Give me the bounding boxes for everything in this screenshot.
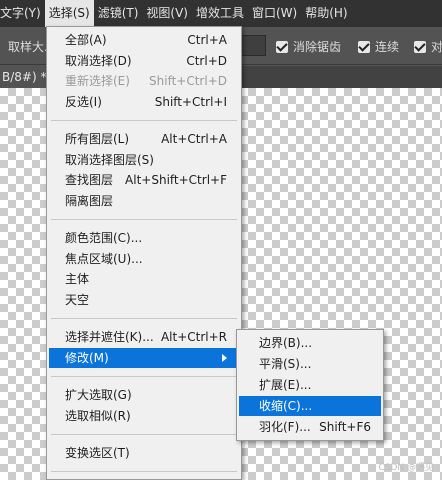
select-menu-item[interactable]: 扩大选取(G)	[49, 385, 239, 405]
select-menu-item[interactable]: 焦点区域(U)...	[49, 249, 239, 269]
modify-submenu-item[interactable]: 收缩(C)...	[239, 396, 381, 416]
menu-item-label: 主体	[65, 272, 90, 286]
menu-item-label: 取消选择(D)	[65, 53, 132, 68]
checkbox-checked-icon	[358, 40, 370, 53]
menu-item-shortcut: Alt+Ctrl+R	[160, 330, 227, 344]
menu-item-label: 所有图层(L)	[65, 132, 130, 146]
menu-item-label: 扩展(E)...	[259, 378, 312, 392]
menu-item-label: 取消选择图层(S)	[65, 152, 154, 167]
submenu-arrow-icon	[222, 353, 227, 362]
menu-item-shortcut: Alt+Ctrl+A	[161, 132, 227, 146]
menu-item-label: 查找图层	[65, 173, 114, 187]
select-menu-item[interactable]: 天空	[49, 290, 239, 310]
menu-item-shortcut: Shift+Ctrl+D	[149, 74, 227, 88]
checkbox-checked-icon	[414, 40, 426, 53]
menu-separator	[51, 119, 237, 121]
menu-item-shortcut: Shift+Ctrl+I	[154, 94, 227, 109]
all-layers-label: 对	[431, 40, 442, 54]
menu-item-shortcut: Ctrl+A	[187, 33, 227, 47]
menu-item-shortcut: Shift+F6	[319, 420, 371, 434]
select-menu-item: 重新选择(E) Shift+Ctrl+D	[49, 71, 239, 91]
menu-item-label: 全部(A)	[65, 33, 107, 47]
antialias-label: 消除锯齿	[293, 40, 342, 54]
menu-plugins[interactable]: 增效工具	[192, 0, 248, 27]
menu-filter[interactable]: 滤镜(T)	[94, 0, 143, 27]
menu-separator	[51, 471, 237, 472]
contiguous-label: 连续	[375, 40, 400, 54]
menu-item-label: 修改(M)	[65, 350, 109, 365]
checkbox-checked-icon	[276, 40, 288, 53]
menu-item-label: 重新选择(E)	[65, 74, 130, 88]
menu-item-label: 隔离图层	[65, 193, 114, 208]
menu-item-label: 天空	[65, 292, 90, 307]
menu-item-label: 变换选区(T)	[65, 446, 130, 460]
menu-item-label: 焦点区域(U)...	[65, 251, 143, 266]
modify-submenu: 边界(B)... 平滑(S)... 扩展(E)... 收缩(C)... 羽化(F)...…	[236, 329, 384, 441]
menu-item-label: 收缩(C)...	[259, 399, 313, 413]
all-layers-checkbox[interactable]: 对	[414, 38, 442, 55]
modify-submenu-item[interactable]: 平滑(S)...	[239, 354, 381, 374]
select-menu-item[interactable]: 修改(M)	[49, 347, 239, 368]
select-menu-item[interactable]: 变换选区(T)	[49, 443, 239, 463]
select-menu-item[interactable]: 全部(A) Ctrl+A	[49, 30, 239, 50]
select-menu-item[interactable]: 隔离图层	[49, 191, 239, 211]
select-menu-item[interactable]: 取消选择图层(S)	[49, 150, 239, 170]
contiguous-checkbox[interactable]: 连续	[358, 38, 399, 55]
menu-item-label: 颜色范围(C)...	[65, 231, 143, 245]
menu-select[interactable]: 选择(S)	[44, 0, 94, 27]
antialias-checkbox[interactable]: 消除锯齿	[276, 38, 341, 55]
menu-item-label: 扩大选取(G)	[65, 388, 132, 402]
menu-item-label: 边界(B)...	[259, 336, 313, 350]
select-menu-item[interactable]: 颜色范围(C)...	[49, 228, 239, 248]
select-menu-item[interactable]: 所有图层(L) Alt+Ctrl+A	[49, 129, 239, 149]
menu-separator	[51, 218, 237, 220]
select-menu: 全部(A) Ctrl+A 取消选择(D) Ctrl+D 重新选择(E) Shift+Ctr…	[46, 26, 242, 480]
select-menu-item[interactable]: 反选(I) Shift+Ctrl+I	[49, 92, 239, 112]
menu-type[interactable]: 文字(Y)	[0, 0, 45, 27]
menu-view[interactable]: 视图(V)	[142, 0, 192, 27]
select-menu-item[interactable]: 选取相似(R)	[49, 406, 239, 426]
menu-window[interactable]: 窗口(W)	[248, 0, 301, 27]
menu-item-shortcut: Ctrl+D	[186, 53, 227, 68]
modify-submenu-item[interactable]: 边界(B)...	[239, 333, 381, 353]
menu-item-shortcut: Alt+Shift+Ctrl+F	[125, 173, 227, 187]
select-menu-item[interactable]: 选择并遮住(K)... Alt+Ctrl+R	[49, 327, 239, 347]
menu-separator	[51, 375, 237, 377]
select-menu-item[interactable]: 主体	[49, 269, 239, 289]
menu-separator	[51, 317, 237, 319]
modify-submenu-item[interactable]: 羽化(F)... Shift+F6	[239, 417, 381, 437]
menu-bar: 文字(Y) 选择(S) 滤镜(T) 视图(V) 增效工具 窗口(W) 帮助(H)	[0, 0, 442, 27]
menu-item-label: 选择并遮住(K)...	[65, 330, 154, 344]
menu-item-label: 选取相似(R)	[65, 408, 131, 423]
menu-item-label: 反选(I)	[65, 94, 102, 109]
menu-item-label: 羽化(F)...	[259, 420, 311, 434]
menu-item-label: 平滑(S)...	[259, 357, 312, 371]
select-menu-item[interactable]: 查找图层 Alt+Shift+Ctrl+F	[49, 170, 239, 190]
menu-separator	[51, 433, 237, 435]
watermark: CSDN @遇见	[378, 463, 434, 473]
menu-help[interactable]: 帮助(H)	[301, 0, 351, 27]
modify-submenu-item[interactable]: 扩展(E)...	[239, 375, 381, 395]
select-menu-item[interactable]: 取消选择(D) Ctrl+D	[49, 51, 239, 71]
